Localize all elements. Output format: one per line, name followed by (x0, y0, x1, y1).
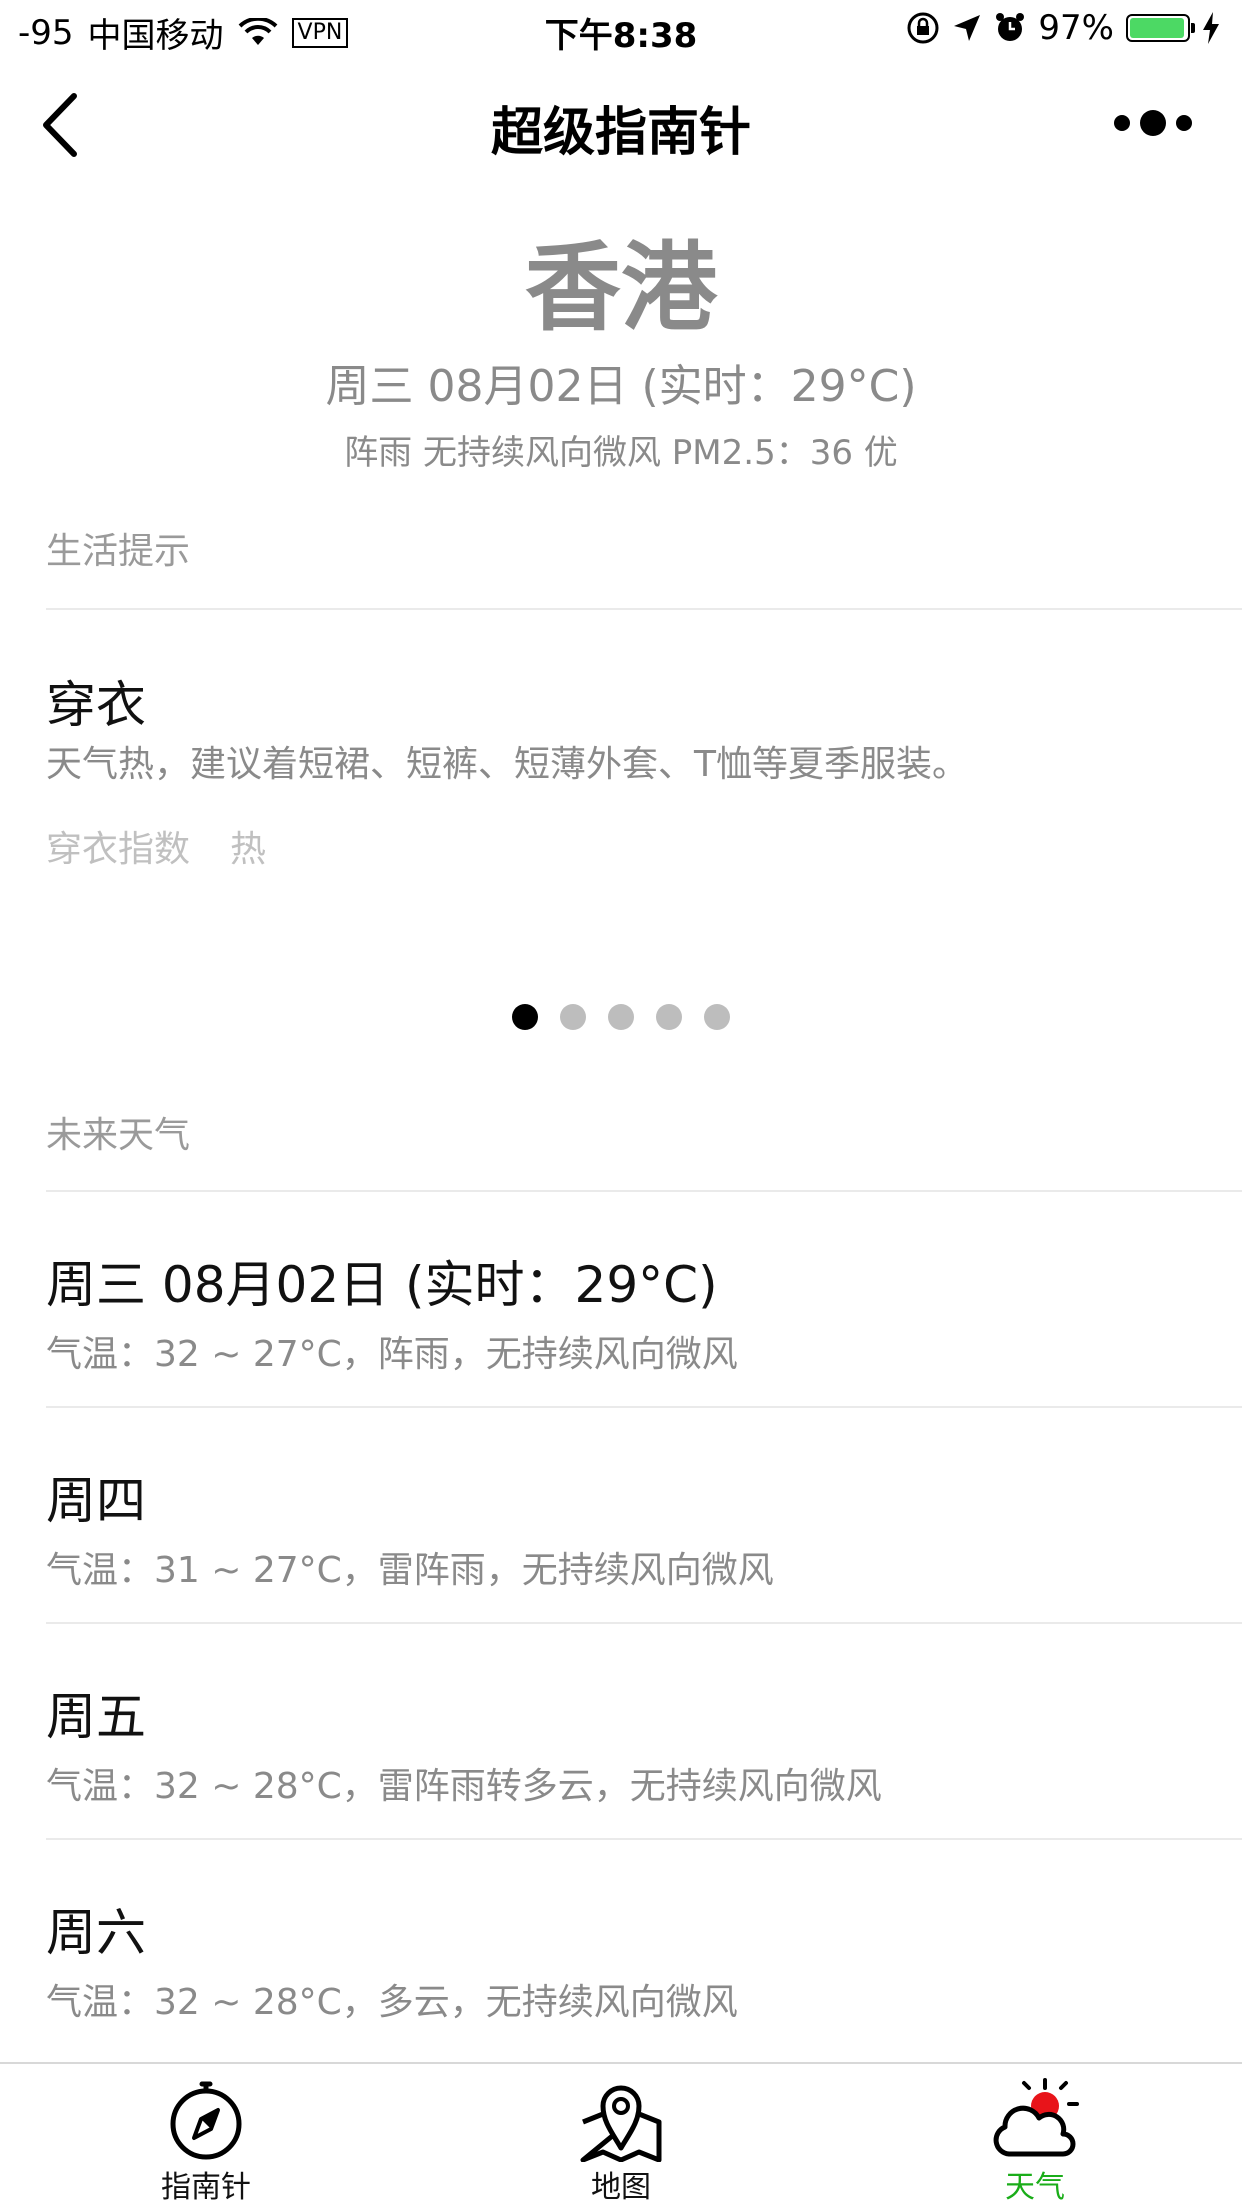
pagination-dot[interactable] (608, 1004, 634, 1030)
map-pin-icon (580, 2085, 662, 2162)
tab-bar: 指南针 地图 天气 (0, 2062, 1242, 2210)
pagination-dot[interactable] (560, 1004, 586, 1030)
rotation-lock-icon (907, 12, 939, 44)
forecast-day: 周六 (46, 1904, 146, 1962)
divider (46, 1190, 1242, 1192)
battery-percent: 97% (1038, 8, 1114, 48)
tab-label: 地图 (591, 2170, 651, 2205)
divider (46, 608, 1242, 610)
forecast-item: 周五 气温：32 ~ 28°C，雷阵雨转多云，无持续风向微风 (46, 1677, 1242, 1809)
more-dot (1176, 115, 1192, 131)
status-bar: -95 中国移动 VPN 下午8:38 97% (0, 0, 1242, 60)
pagination-dot[interactable] (656, 1004, 682, 1030)
alarm-icon (996, 13, 1025, 41)
divider (46, 1406, 1242, 1408)
page-title: 超级指南针 (490, 103, 751, 163)
forecast-label: 未来天气 (46, 1115, 191, 1156)
forecast-item: 周三 08月02日 (实时：29°C) 气温：32 ~ 27°C，阵雨，无持续风… (46, 1245, 1242, 1377)
forecast-day: 周三 08月02日 (实时：29°C) (46, 1256, 718, 1314)
divider (46, 1838, 1242, 1840)
tip-index: 穿衣指数热 (46, 820, 306, 872)
current-conditions: 阵雨 无持续风向微风 PM2.5：36 优 (344, 433, 898, 473)
more-dot (1140, 110, 1166, 136)
tab-weather[interactable]: 天气 (935, 2076, 1135, 2206)
forecast-desc: 气温：32 ~ 27°C，阵雨，无持续风向微风 (46, 1334, 738, 1375)
tip-index-label: 穿衣指数 (46, 829, 191, 870)
weather-cloud-sun-icon (993, 2078, 1079, 2157)
carousel-pagination (0, 1004, 1242, 1030)
forecast-day: 周四 (46, 1472, 146, 1530)
charging-bolt-icon (1203, 12, 1219, 44)
forecast-desc: 气温：32 ~ 28°C，多云，无持续风向微风 (46, 1982, 738, 2023)
current-date-temp: 周三 08月02日 (实时：29°C) (325, 361, 917, 412)
forecast-day: 周五 (46, 1688, 146, 1746)
forecast-item: 周六 气温：32 ~ 28°C，多云，无持续风向微风 (46, 1893, 1242, 2025)
life-tips-label: 生活提示 (46, 531, 191, 572)
forecast-desc: 气温：31 ~ 27°C，雷阵雨，无持续风向微风 (46, 1550, 774, 1591)
pagination-dot[interactable] (512, 1004, 538, 1030)
compass-icon (170, 2081, 242, 2160)
location-arrow-icon (954, 15, 981, 41)
tip-index-value: 热 (230, 829, 267, 870)
more-dot (1114, 115, 1130, 131)
tip-title: 穿衣 (46, 676, 146, 734)
tab-label: 指南针 (161, 2170, 251, 2205)
tab-map[interactable]: 地图 (521, 2076, 721, 2206)
tip-description: 天气热，建议着短裙、短裤、短薄外套、T恤等夏季服装。 (46, 744, 968, 785)
divider (46, 1622, 1242, 1624)
city-name: 香港 (525, 232, 717, 344)
more-button[interactable] (1114, 110, 1192, 136)
forecast-item: 周四 气温：31 ~ 27°C，雷阵雨，无持续风向微风 (46, 1461, 1242, 1593)
pagination-dot[interactable] (704, 1004, 730, 1030)
status-bar-right: 97% (906, 8, 1220, 48)
navigation-bar: 超级指南针 (0, 60, 1242, 190)
battery-fill (1130, 18, 1185, 38)
tab-label: 天气 (1005, 2170, 1065, 2205)
battery-icon (1126, 14, 1195, 42)
forecast-desc: 气温：32 ~ 28°C，雷阵雨转多云，无持续风向微风 (46, 1766, 882, 1807)
tab-compass[interactable]: 指南针 (106, 2076, 306, 2206)
